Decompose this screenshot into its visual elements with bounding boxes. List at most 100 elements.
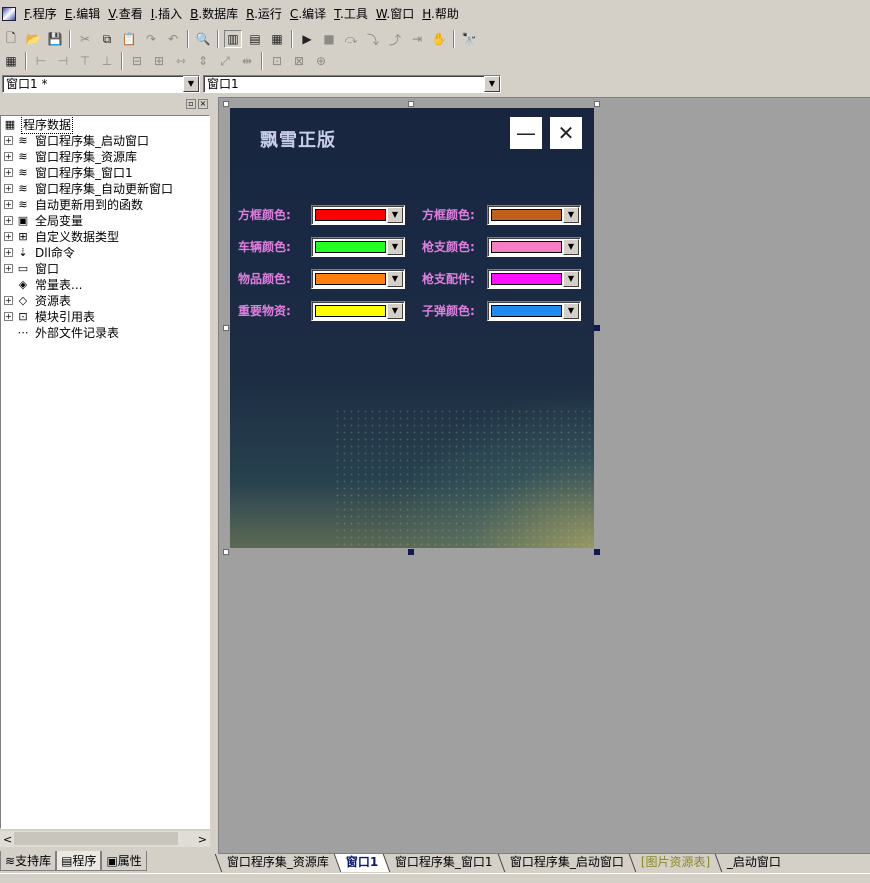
panel-float-icon[interactable]: ▫ — [186, 99, 196, 109]
chevron-down-icon[interactable]: ▼ — [387, 207, 403, 223]
tree-item[interactable]: ◈ 常量表... — [1, 276, 209, 292]
align-right-icon[interactable]: ⊣ — [54, 52, 72, 70]
color-picker[interactable]: ▼ — [487, 205, 581, 225]
step-out-icon[interactable]: ⤴ — [386, 30, 404, 48]
same-height-icon[interactable]: ⇕ — [194, 52, 212, 70]
same-width-icon[interactable]: ⇿ — [172, 52, 190, 70]
tree-item[interactable]: + ⇣ Dll命令 — [1, 244, 209, 260]
resize-handle[interactable] — [408, 549, 414, 555]
resize-handle[interactable] — [408, 101, 414, 107]
chevron-down-icon[interactable]: ▼ — [183, 76, 199, 92]
expand-icon[interactable]: + — [4, 263, 13, 273]
tree-item[interactable]: + ≋ 窗口程序集_窗口1 — [1, 164, 209, 180]
scroll-right-icon[interactable]: > — [195, 833, 210, 846]
menu-item[interactable]: W.窗口 — [372, 0, 418, 28]
resize-handle[interactable] — [594, 101, 600, 107]
chevron-down-icon[interactable]: ▼ — [563, 239, 579, 255]
find-icon[interactable]: 🔍 — [194, 30, 212, 48]
tree-item[interactable]: + ≋ 窗口程序集_资源库 — [1, 148, 209, 164]
expand-icon[interactable]: + — [4, 151, 13, 161]
panel-tab[interactable]: ≋ 支持库 — [0, 851, 57, 871]
expand-icon[interactable]: + — [4, 167, 13, 177]
copy-icon[interactable]: ⧉ — [98, 30, 116, 48]
binoculars-icon[interactable]: 🔭 — [460, 30, 478, 48]
editor-tab[interactable]: _启动窗口 — [715, 854, 793, 872]
editor-tab[interactable]: 窗口程序集_启动窗口 — [497, 854, 636, 872]
minimize-button[interactable]: — — [510, 117, 542, 149]
tree-item[interactable]: ▦ 程序数据 — [1, 116, 209, 134]
redo-icon[interactable]: ↷ — [142, 30, 160, 48]
panel-tab[interactable]: ▤ 程序 — [56, 851, 102, 871]
chevron-down-icon[interactable]: ▼ — [563, 271, 579, 287]
save-icon[interactable]: 💾 — [46, 30, 64, 48]
stop-icon[interactable]: ■ — [320, 30, 338, 48]
menu-item[interactable]: C.编译 — [286, 0, 330, 28]
undo-icon[interactable]: ↶ — [164, 30, 182, 48]
editor-tab[interactable]: 窗口程序集_资源库 — [214, 854, 341, 872]
same-size-icon[interactable]: ⤢ — [216, 52, 234, 70]
cut-icon[interactable]: ✂ — [76, 30, 94, 48]
close-button[interactable]: ✕ — [550, 117, 582, 149]
spacing-icon[interactable]: ⇹ — [238, 52, 256, 70]
panel-close-icon[interactable]: × — [198, 99, 208, 109]
menu-item[interactable]: R.运行 — [242, 0, 286, 28]
layout-left-icon[interactable]: ▥ — [224, 30, 242, 48]
expand-icon[interactable]: + — [4, 183, 13, 193]
chevron-down-icon[interactable]: ▼ — [387, 303, 403, 319]
align-bottom-icon[interactable]: ⊥ — [98, 52, 116, 70]
resize-handle[interactable] — [594, 325, 600, 331]
tree-item[interactable]: + ⊡ 模块引用表 — [1, 308, 209, 324]
menu-item[interactable]: E.编辑 — [61, 0, 104, 28]
tree-item[interactable]: + ▣ 全局变量 — [1, 212, 209, 228]
object-selector[interactable]: 窗口1 * ▼ — [2, 75, 200, 93]
chevron-down-icon[interactable]: ▼ — [563, 207, 579, 223]
run-icon[interactable]: ▶ — [298, 30, 316, 48]
color-picker[interactable]: ▼ — [487, 301, 581, 321]
editor-tab[interactable]: [图片资源表] — [628, 854, 722, 872]
tree-item[interactable]: + ≋ 窗口程序集_启动窗口 — [1, 132, 209, 148]
menu-item[interactable]: H.帮助 — [418, 0, 463, 28]
align-left-icon[interactable]: ⊢ — [32, 52, 50, 70]
open-folder-icon[interactable]: 📂 — [24, 30, 42, 48]
expand-icon[interactable]: + — [4, 295, 13, 305]
hand-icon[interactable]: ✋ — [430, 30, 448, 48]
design-form[interactable]: 飘雪正版 — ✕ 方框颜色: ▼ 方框颜色: ▼ 车辆颜色: ▼ 枪支颜色: ▼ 物品颜色: ▼ 枪… — [230, 108, 594, 548]
step-over-icon[interactable]: ⤼ — [342, 30, 360, 48]
center-horizontal-icon[interactable]: ⊟ — [128, 52, 146, 70]
chevron-down-icon[interactable]: ▼ — [387, 271, 403, 287]
color-picker[interactable]: ▼ — [311, 205, 405, 225]
layout-top-icon[interactable]: ▤ — [246, 30, 264, 48]
center-vertical-icon[interactable]: ⊞ — [150, 52, 168, 70]
panel-tab[interactable]: ▣ 属性 — [101, 851, 147, 871]
center-in-form-icon[interactable]: ⊕ — [312, 52, 330, 70]
scroll-left-icon[interactable]: < — [0, 833, 15, 846]
scrollbar-thumb[interactable] — [14, 832, 178, 845]
chevron-down-icon[interactable]: ▼ — [484, 76, 500, 92]
center-in-form-v-icon[interactable]: ⊠ — [290, 52, 308, 70]
paste-icon[interactable]: 📋 — [120, 30, 138, 48]
color-picker[interactable]: ▼ — [487, 237, 581, 257]
color-picker[interactable]: ▼ — [311, 301, 405, 321]
tree-item[interactable]: + ≋ 窗口程序集_自动更新窗口 — [1, 180, 209, 196]
tree-item[interactable]: + ▭ 窗口 — [1, 260, 209, 276]
editor-tab[interactable]: 窗口程序集_窗口1 — [383, 854, 505, 872]
resize-handle[interactable] — [223, 549, 229, 555]
tree-item[interactable]: + ◇ 资源表 — [1, 292, 209, 308]
tree-item[interactable]: + ⊞ 自定义数据类型 — [1, 228, 209, 244]
tree-item[interactable]: ⋯ 外部文件记录表 — [1, 324, 209, 340]
tree-item[interactable]: + ≋ 自动更新用到的函数 — [1, 196, 209, 212]
step-into-icon[interactable]: ⤵ — [364, 30, 382, 48]
menu-item[interactable]: F.程序 — [20, 0, 61, 28]
menu-item[interactable]: V.查看 — [104, 0, 147, 28]
expand-icon[interactable]: + — [4, 231, 13, 241]
resize-handle[interactable] — [223, 101, 229, 107]
grid-icon[interactable]: ▦ — [2, 52, 20, 70]
layout-split-icon[interactable]: ▦ — [268, 30, 286, 48]
tree-horizontal-scrollbar[interactable]: < > — [0, 831, 210, 847]
run-to-cursor-icon[interactable]: ⇥ — [408, 30, 426, 48]
menu-item[interactable]: T.工具 — [330, 0, 372, 28]
color-picker[interactable]: ▼ — [311, 269, 405, 289]
expand-icon[interactable]: + — [4, 199, 13, 209]
center-in-form-h-icon[interactable]: ⊡ — [268, 52, 286, 70]
expand-icon[interactable]: + — [4, 311, 13, 321]
